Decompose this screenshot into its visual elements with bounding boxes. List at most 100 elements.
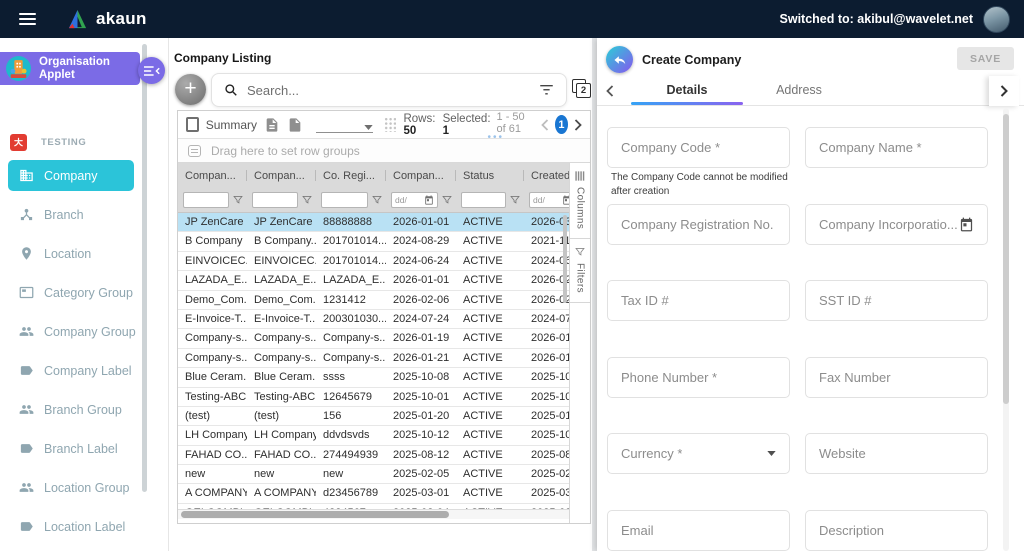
table-row[interactable]: (test) (test) 156 2025-01-20 ACTIVE 2025-01 — [178, 406, 569, 427]
form-field[interactable]: Currency * — [607, 433, 790, 474]
save-button[interactable]: SAVE — [956, 47, 1014, 70]
table-cell: FAHAD CO... — [254, 448, 316, 461]
pagination-range: 1 - 50 of 61 — [496, 110, 525, 135]
text-filter-input[interactable] — [461, 192, 506, 208]
form-field[interactable]: SST ID # — [805, 280, 988, 321]
column-header[interactable]: Co. Regi... — [316, 163, 386, 188]
text-filter-input[interactable] — [252, 192, 298, 208]
horizontal-scroll-thumb[interactable] — [181, 511, 449, 518]
next-page-icon[interactable] — [574, 118, 582, 131]
sidebar-item-location[interactable]: Location — [0, 234, 142, 273]
form-scrollbar[interactable] — [1003, 108, 1009, 551]
table-row[interactable]: Company-s... Company-s... Company-s... 2026… — [178, 348, 569, 369]
date-filter-input[interactable]: dd/ — [391, 192, 438, 208]
table-cell: EINVOICEC... — [185, 254, 247, 267]
table-cell: Blue Ceram... — [254, 371, 316, 384]
text-filter-input[interactable] — [183, 192, 229, 208]
grid-dots-icon[interactable] — [383, 117, 397, 132]
tabs-scroll-right-button[interactable] — [989, 76, 1019, 106]
table-row[interactable]: Demo_Com... Demo_Com... 1231412 2026-02-06 A… — [178, 290, 569, 310]
column-header[interactable]: Compan... — [247, 163, 316, 188]
form-field[interactable]: Website — [805, 433, 988, 474]
summary-checkbox[interactable] — [186, 117, 199, 132]
user-avatar[interactable] — [983, 5, 1010, 33]
sidebar-item-branch-group[interactable]: Branch Group — [0, 390, 142, 429]
funnel-icon — [510, 195, 520, 205]
sidebar-item-branch-label[interactable]: Branch Label — [0, 429, 142, 468]
table-row[interactable]: A COMPANY A COMPANY d23456789 2025-03-01 ACT… — [178, 484, 569, 504]
table-row[interactable]: Company-s... Company-s... Company-s... 2026… — [178, 329, 569, 349]
column-header[interactable]: Compan... — [178, 163, 247, 188]
current-page-badge[interactable]: 1 — [554, 115, 569, 134]
back-button[interactable] — [606, 46, 633, 73]
table-row[interactable]: EINVOICEC... EINVOICEC... 201701014... 2024… — [178, 251, 569, 272]
table-row[interactable]: new new new 2025-02-05 ACTIVE 2025-02 — [178, 465, 569, 485]
applet-header[interactable]: Organisation Applet — [0, 52, 140, 85]
form-field[interactable]: Phone Number * — [607, 356, 790, 398]
filter-list-icon[interactable] — [539, 84, 554, 96]
top-navbar: akaun Switched to: akibul@wavelet.net — [0, 0, 1024, 38]
hamburger-menu-icon[interactable] — [19, 13, 36, 25]
search-input[interactable] — [247, 82, 539, 98]
table-cell: ACTIVE — [463, 487, 503, 500]
table-row[interactable]: E-Invoice-T... E-Invoice-T... 200301030...… — [178, 309, 569, 330]
sidebar-item-category-group[interactable]: Category Group — [0, 273, 142, 312]
table-row[interactable]: B Company B Company... 201701014... 2024-08… — [178, 232, 569, 252]
table-cell: E-Invoice-T... — [185, 312, 247, 325]
table-row[interactable]: LH Company LH Company ddvdsvds 2025-10-12 AC… — [178, 426, 569, 446]
tab-address[interactable]: Address — [743, 76, 855, 105]
sidebar-item-company-label[interactable]: Company Label — [0, 351, 142, 390]
form-scroll-thumb[interactable] — [1003, 114, 1009, 404]
table-cell: 2026-01-19 — [393, 332, 450, 345]
columns-icon — [575, 171, 585, 181]
form-field[interactable]: Description — [805, 509, 988, 551]
sidebar-scrollbar[interactable] — [142, 44, 147, 492]
form-field[interactable]: Company Registration No. * — [607, 203, 790, 245]
row-group-select[interactable] — [316, 117, 373, 133]
form-field[interactable]: Email — [607, 509, 790, 551]
form-field[interactable]: Company Incorporatio... — [805, 203, 988, 245]
sidebar-item-company-group[interactable]: Company Group — [0, 312, 142, 351]
row-group-dropzone[interactable]: Drag here to set row groups — [178, 139, 590, 163]
form-field[interactable]: Company Name * — [805, 127, 988, 168]
rail-tab-filters[interactable]: Filters — [570, 239, 590, 304]
rail-tab-columns[interactable]: Columns — [570, 163, 590, 240]
form-field[interactable]: Fax Number — [805, 356, 988, 398]
sidebar-item-location-label[interactable]: Location Label — [0, 507, 142, 546]
tabs-scroll-left-icon[interactable] — [606, 84, 614, 97]
add-company-button[interactable]: + — [175, 74, 206, 105]
table-vertical-scrollbar[interactable] — [563, 215, 567, 303]
tab-details[interactable]: Details — [631, 76, 743, 105]
table-row[interactable]: JP ZenCare JP ZenCare 88888888 2026-01-01 AC… — [178, 213, 569, 233]
table-row[interactable]: FAHAD CO... FAHAD CO... 274494939 2025-08-1… — [178, 445, 569, 466]
multi-view-icon[interactable]: 2 — [572, 79, 592, 99]
form-field[interactable]: Company Code * The Company Code cannot be… — [607, 127, 790, 197]
form-field[interactable]: Tax ID # — [607, 280, 790, 321]
table-row[interactable]: LAZADA_E... LAZADA_E... LAZADA_E... 2026-01… — [178, 271, 569, 291]
document-blank-icon[interactable] — [287, 117, 303, 133]
caret-down-icon — [767, 451, 776, 456]
table-cell: 2024-06-24 — [393, 254, 450, 267]
brand-logo[interactable]: akaun — [66, 9, 147, 30]
sidebar-item-location-group[interactable]: Location Group — [0, 468, 142, 507]
table-cell: Company-s... — [254, 351, 316, 364]
column-header[interactable]: Status — [456, 163, 524, 188]
document-lines-icon[interactable] — [264, 117, 280, 133]
previous-page-icon[interactable] — [541, 118, 549, 131]
column-header[interactable]: Compan... — [386, 163, 456, 188]
table-cell: 2025-03 — [531, 487, 569, 500]
text-filter-input[interactable] — [321, 192, 368, 208]
sidebar-item-testing[interactable]: TESTING — [0, 128, 142, 156]
calendar-icon — [959, 217, 974, 232]
table-cell: A COMPANY — [254, 487, 316, 500]
table-cell: 2026-01-01 — [393, 274, 450, 287]
table-cell: 201701014... — [323, 235, 386, 248]
table-row[interactable]: Testing-ABC Testing-ABC 12645679 2025-10-01… — [178, 387, 569, 407]
table-cell: 2025-10-08 — [393, 371, 450, 384]
table-row[interactable]: Blue Ceram... Blue Ceram... ssss 2025-10-08… — [178, 368, 569, 388]
sidebar-item-notification-template[interactable]: Notification Template — [0, 546, 142, 551]
sidebar-collapse-button[interactable] — [138, 57, 165, 84]
funnel-icon — [372, 195, 382, 205]
sidebar-item-company[interactable]: Company — [8, 160, 134, 191]
sidebar-item-branch[interactable]: Branch — [0, 195, 142, 234]
